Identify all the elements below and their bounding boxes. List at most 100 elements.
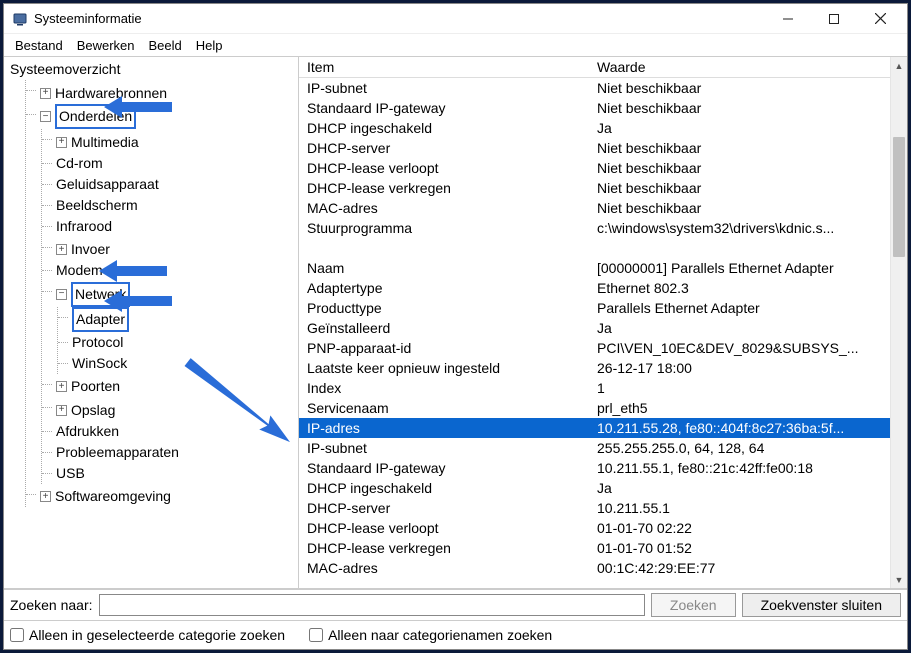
table-row[interactable]: DHCP ingeschakeldJa bbox=[299, 118, 890, 138]
content-area: Systeemoverzicht +Hardwarebronnen −Onder… bbox=[4, 56, 907, 589]
search-button[interactable]: Zoeken bbox=[651, 593, 736, 617]
expand-icon[interactable]: + bbox=[56, 137, 67, 148]
cell-item: Standaard IP-gateway bbox=[299, 98, 589, 118]
detail-pane: Item Waarde IP-subnetNiet beschikbaarSta… bbox=[299, 57, 907, 588]
tree-multimedia[interactable]: +Multimedia bbox=[56, 132, 139, 153]
table-row[interactable]: MAC-adres00:1C:42:29:EE:77 bbox=[299, 558, 890, 578]
expand-icon[interactable]: + bbox=[56, 405, 67, 416]
table-row[interactable]: DHCP-lease verloopt01-01-70 02:22 bbox=[299, 518, 890, 538]
close-button[interactable] bbox=[857, 4, 903, 34]
table-row[interactable]: DHCP-serverNiet beschikbaar bbox=[299, 138, 890, 158]
cell-value: 10.211.55.1, fe80::21c:42ff:fe00:18 bbox=[589, 458, 890, 478]
menu-help[interactable]: Help bbox=[189, 36, 230, 55]
cell-item: Producttype bbox=[299, 298, 589, 318]
table-row[interactable]: Stuurprogrammac:\windows\system32\driver… bbox=[299, 218, 890, 238]
tree-display[interactable]: Beeldscherm bbox=[56, 195, 138, 216]
tree-problemdev[interactable]: Probleemapparaten bbox=[56, 442, 179, 463]
cell-item: DHCP-lease verloopt bbox=[299, 518, 589, 538]
minimize-button[interactable] bbox=[765, 4, 811, 34]
table-row[interactable]: IP-adres10.211.55.28, fe80::404f:8c27:36… bbox=[299, 418, 890, 438]
menubar: Bestand Bewerken Beeld Help bbox=[4, 34, 907, 56]
table-row[interactable]: DHCP ingeschakeldJa bbox=[299, 478, 890, 498]
cell-item: Geïnstalleerd bbox=[299, 318, 589, 338]
collapse-icon[interactable]: − bbox=[56, 289, 67, 300]
cell-value: prl_eth5 bbox=[589, 398, 890, 418]
table-row[interactable]: DHCP-lease verkregenNiet beschikbaar bbox=[299, 178, 890, 198]
scroll-thumb[interactable] bbox=[893, 137, 905, 257]
cell-value: Parallels Ethernet Adapter bbox=[589, 298, 890, 318]
table-row[interactable]: DHCP-server10.211.55.1 bbox=[299, 498, 890, 518]
cell-value: 01-01-70 02:22 bbox=[589, 518, 890, 538]
table-row[interactable]: Index1 bbox=[299, 378, 890, 398]
expand-icon[interactable]: + bbox=[40, 491, 51, 502]
menu-file[interactable]: Bestand bbox=[8, 36, 70, 55]
menu-edit[interactable]: Bewerken bbox=[70, 36, 142, 55]
cell-item: DHCP-server bbox=[299, 138, 589, 158]
table-row[interactable]: Standaard IP-gatewayNiet beschikbaar bbox=[299, 98, 890, 118]
tree-protocol[interactable]: Protocol bbox=[72, 332, 123, 353]
cell-item: Servicenaam bbox=[299, 398, 589, 418]
table-row[interactable]: MAC-adresNiet beschikbaar bbox=[299, 198, 890, 218]
table-row[interactable]: PNP-apparaat-idPCI\VEN_10EC&DEV_8029&SUB… bbox=[299, 338, 890, 358]
cell-item: Index bbox=[299, 378, 589, 398]
cell-value: Niet beschikbaar bbox=[589, 98, 890, 118]
table-row[interactable]: Standaard IP-gateway10.211.55.1, fe80::2… bbox=[299, 458, 890, 478]
app-window: Systeeminformatie Bestand Bewerken Beeld… bbox=[3, 3, 908, 650]
table-row[interactable]: IP-subnet255.255.255.0, 64, 128, 64 bbox=[299, 438, 890, 458]
tree-printing[interactable]: Afdrukken bbox=[56, 421, 119, 442]
table-row[interactable]: GeïnstalleerdJa bbox=[299, 318, 890, 338]
table-row[interactable]: Servicenaamprl_eth5 bbox=[299, 398, 890, 418]
table-row[interactable]: DHCP-lease verlooptNiet beschikbaar bbox=[299, 158, 890, 178]
search-options: Alleen in geselecteerde categorie zoeken… bbox=[4, 621, 907, 649]
table-row[interactable]: ProducttypeParallels Ethernet Adapter bbox=[299, 298, 890, 318]
scroll-down-icon[interactable]: ▼ bbox=[891, 571, 907, 588]
chk-category-names[interactable]: Alleen naar categorienamen zoeken bbox=[309, 627, 552, 643]
cell-value: Niet beschikbaar bbox=[589, 78, 890, 99]
cell-item: DHCP-lease verkregen bbox=[299, 538, 589, 558]
tree-storage[interactable]: +Opslag bbox=[56, 400, 115, 421]
collapse-icon[interactable]: − bbox=[40, 111, 51, 122]
cell-value: 10.211.55.1 bbox=[589, 498, 890, 518]
cell-value: Niet beschikbaar bbox=[589, 178, 890, 198]
vertical-scrollbar[interactable]: ▲ ▼ bbox=[890, 57, 907, 588]
search-input[interactable] bbox=[99, 594, 645, 616]
tree-cdrom[interactable]: Cd-rom bbox=[56, 153, 103, 174]
maximize-button[interactable] bbox=[811, 4, 857, 34]
cell-item: Naam bbox=[299, 258, 589, 278]
menu-view[interactable]: Beeld bbox=[142, 36, 189, 55]
cell-value: Ja bbox=[589, 478, 890, 498]
cell-item: MAC-adres bbox=[299, 558, 589, 578]
chk-selected-category[interactable]: Alleen in geselecteerde categorie zoeken bbox=[10, 627, 285, 643]
scroll-up-icon[interactable]: ▲ bbox=[891, 57, 907, 74]
table-row[interactable]: IP-subnetNiet beschikbaar bbox=[299, 78, 890, 99]
checkbox-icon[interactable] bbox=[309, 628, 323, 642]
cell-value: c:\windows\system32\drivers\kdnic.s... bbox=[589, 218, 890, 238]
tree-usb[interactable]: USB bbox=[56, 463, 85, 484]
tree-infrared[interactable]: Infrarood bbox=[56, 216, 112, 237]
tree-modem[interactable]: Modem bbox=[56, 260, 103, 281]
expand-icon[interactable]: + bbox=[40, 88, 51, 99]
cell-value: Ethernet 802.3 bbox=[589, 278, 890, 298]
table-row[interactable]: Naam[00000001] Parallels Ethernet Adapte… bbox=[299, 258, 890, 278]
cell-item: DHCP-lease verkregen bbox=[299, 178, 589, 198]
table-row[interactable]: AdaptertypeEthernet 802.3 bbox=[299, 278, 890, 298]
close-search-button[interactable]: Zoekvenster sluiten bbox=[742, 593, 901, 617]
cell-value: PCI\VEN_10EC&DEV_8029&SUBSYS_... bbox=[589, 338, 890, 358]
cell-value: 26-12-17 18:00 bbox=[589, 358, 890, 378]
cell-item: Standaard IP-gateway bbox=[299, 458, 589, 478]
tree-winsock[interactable]: WinSock bbox=[72, 353, 127, 374]
column-item[interactable]: Item bbox=[299, 57, 589, 78]
table-row[interactable]: Laatste keer opnieuw ingesteld26-12-17 1… bbox=[299, 358, 890, 378]
arrow-icon bbox=[99, 257, 169, 285]
column-value[interactable]: Waarde bbox=[589, 57, 890, 78]
tree-sound[interactable]: Geluidsapparaat bbox=[56, 174, 159, 195]
cell-value: 10.211.55.28, fe80::404f:8c27:36ba:5f... bbox=[589, 418, 890, 438]
tree-ports[interactable]: +Poorten bbox=[56, 376, 120, 397]
expand-icon[interactable]: + bbox=[56, 244, 67, 255]
table-row[interactable]: DHCP-lease verkregen01-01-70 01:52 bbox=[299, 538, 890, 558]
tree-softenv[interactable]: +Softwareomgeving bbox=[40, 486, 171, 507]
tree-root-item[interactable]: Systeemoverzicht bbox=[10, 59, 120, 80]
cell-value: Ja bbox=[589, 118, 890, 138]
expand-icon[interactable]: + bbox=[56, 381, 67, 392]
checkbox-icon[interactable] bbox=[10, 628, 24, 642]
